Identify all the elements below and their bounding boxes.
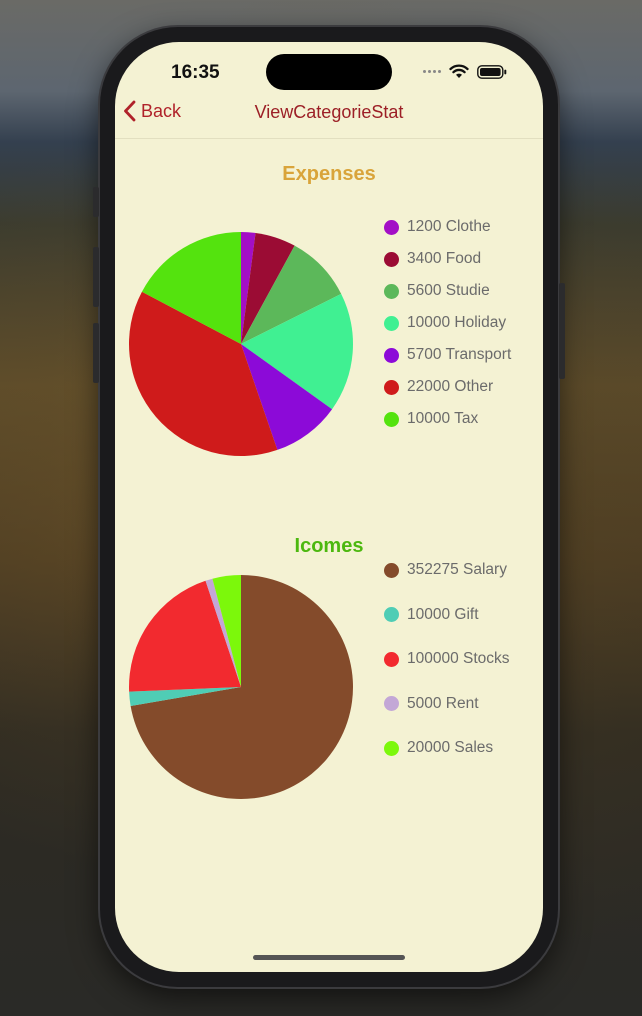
power-button	[559, 283, 565, 379]
legend-color-swatch	[384, 219, 399, 235]
legend-color-swatch	[384, 283, 399, 299]
legend-color-swatch	[384, 347, 399, 363]
volume-up-button	[93, 247, 99, 307]
incomes-title: Icomes	[294, 535, 364, 557]
legend-label: 20000 Sales	[407, 739, 494, 756]
legend-color-swatch	[384, 651, 399, 667]
legend-label: 100000 Stocks	[407, 650, 510, 667]
cellular-signal-icon	[423, 70, 441, 73]
expenses-legend-item-food: 3400 Food	[384, 250, 481, 268]
legend-label: 5000 Rent	[407, 694, 479, 712]
incomes-legend-item-sales: 20000 Sales	[384, 739, 493, 757]
page-title: ViewCategorieStat	[254, 102, 404, 122]
expenses-legend-item-other: 22000 Other	[384, 378, 493, 396]
legend-label: 3400 Food	[407, 250, 482, 267]
legend-label: 22000 Other	[407, 378, 494, 395]
expenses-legend-item-holiday: 10000 Holiday	[384, 314, 506, 332]
legend-color-swatch	[384, 411, 399, 427]
expenses-legend-item-studie: 5600 Studie	[384, 282, 490, 300]
legend-label: 10000 Holiday	[407, 314, 507, 331]
legend-label: 10000 Gift	[407, 605, 479, 623]
expenses-legend-item-tax: 10000 Tax	[384, 410, 478, 428]
legend-color-swatch	[384, 696, 399, 711]
incomes-legend-item-gift: 10000 Gift	[384, 606, 479, 624]
legend-color-swatch	[384, 740, 399, 756]
status-icons	[423, 64, 507, 79]
legend-color-swatch	[384, 315, 399, 331]
expenses-title: Expenses	[282, 163, 376, 185]
navigation-bar: Back ViewCategorieStat	[115, 98, 543, 139]
legend-label: 5700 Transport	[407, 346, 512, 363]
incomes-pie-chart	[129, 575, 353, 799]
legend-label: 5600 Studie	[407, 282, 490, 299]
expenses-legend-item-transport: 5700 Transport	[384, 346, 511, 364]
legend-label: 10000 Tax	[407, 410, 479, 427]
battery-icon	[477, 64, 507, 79]
legend-color-swatch	[384, 379, 399, 395]
volume-down-button	[93, 323, 99, 383]
legend-label: 352275 Salary	[407, 561, 507, 578]
action-button	[93, 187, 99, 217]
home-indicator	[253, 955, 405, 960]
legend-color-swatch	[384, 607, 399, 622]
wifi-icon	[449, 64, 469, 78]
legend-color-swatch	[384, 562, 399, 578]
dynamic-island	[266, 54, 392, 90]
phone-frame: 16:35 Back ViewCategorieStat Expenses 12…	[93, 27, 565, 987]
legend-label: 1200 Clothe	[407, 218, 491, 235]
incomes-legend-item-stocks: 100000 Stocks	[384, 650, 510, 668]
expenses-legend-item-clothe: 1200 Clothe	[384, 218, 491, 236]
legend-color-swatch	[384, 251, 399, 267]
app-screen: 16:35 Back ViewCategorieStat Expenses 12…	[115, 42, 543, 972]
incomes-legend-item-rent: 5000 Rent	[384, 695, 479, 713]
expenses-pie-chart	[128, 232, 353, 457]
status-time: 16:35	[171, 62, 220, 83]
incomes-legend-item-salary: 352275 Salary	[384, 561, 507, 579]
